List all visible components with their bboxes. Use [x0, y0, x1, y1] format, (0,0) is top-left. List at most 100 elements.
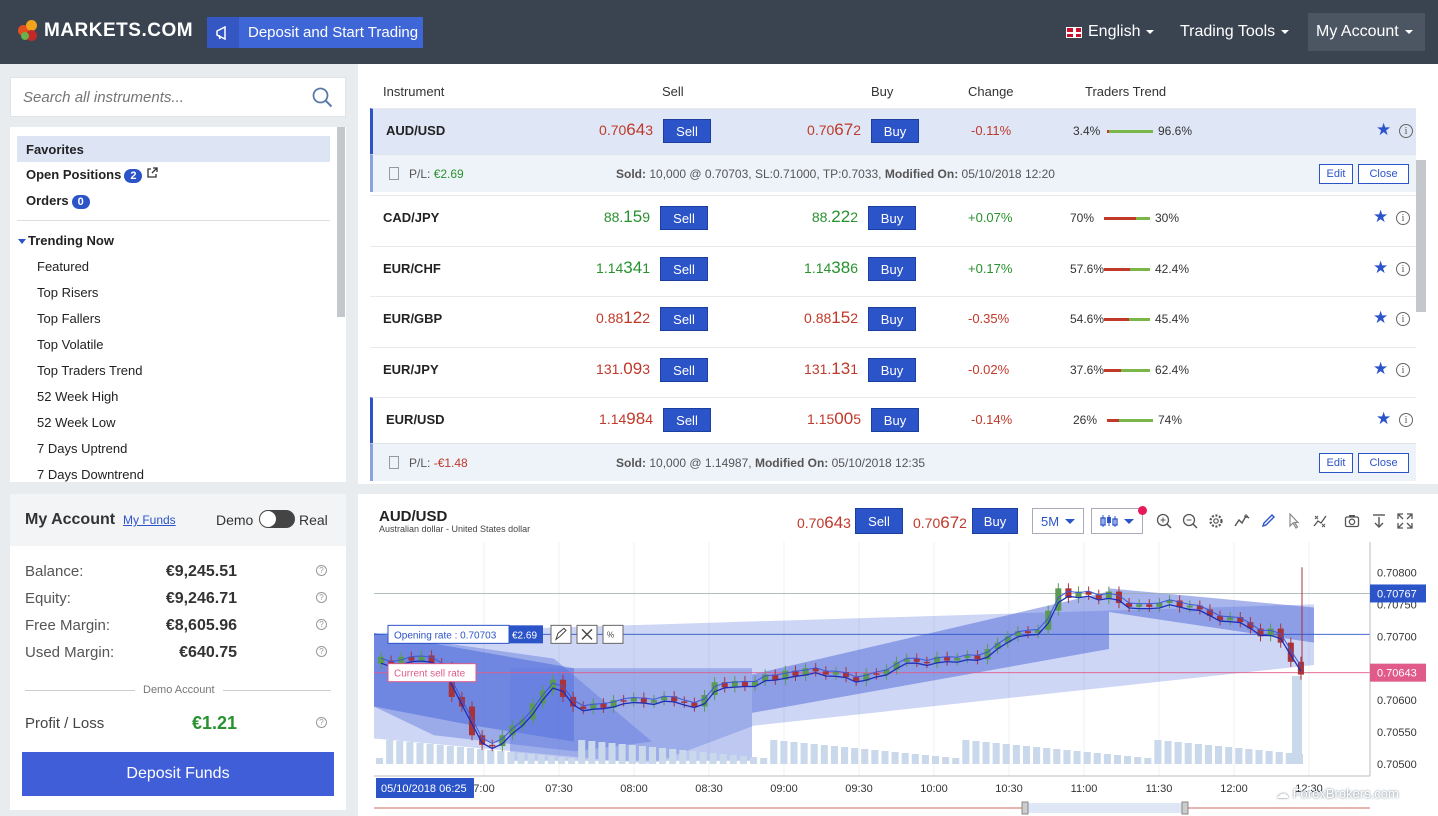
edit-position-button[interactable]: Edit — [1319, 164, 1353, 184]
chart-sell-button[interactable]: Sell — [855, 508, 903, 534]
sidebar-item-featured[interactable]: Featured — [37, 259, 89, 274]
change-value: -0.35% — [968, 311, 1010, 326]
favorite-star-icon[interactable]: ★ — [1376, 409, 1391, 429]
help-icon[interactable]: ? — [316, 592, 327, 603]
help-icon[interactable]: ? — [316, 619, 327, 630]
sidebar-item-52-week-high[interactable]: 52 Week High — [37, 389, 118, 404]
table-row[interactable]: EUR/GBP 0.88122 Sell 0.88152 Buy -0.35% 54.6% 4… — [370, 296, 1416, 342]
instrument-search[interactable] — [10, 77, 346, 117]
volume-bar — [871, 750, 879, 764]
sell-button[interactable]: Sell — [660, 206, 708, 230]
sidebar-item-7-days-downtrend[interactable]: 7 Days Downtrend — [37, 467, 144, 482]
timeframe-select[interactable]: 5M — [1032, 508, 1084, 534]
instrument-symbol[interactable]: CAD/JPY — [383, 210, 439, 225]
chart-buy-button[interactable]: Buy — [972, 508, 1018, 534]
demo-real-toggle[interactable] — [259, 510, 295, 528]
sell-button[interactable]: Sell — [660, 257, 708, 281]
favorite-star-icon[interactable]: ★ — [1373, 207, 1388, 227]
header-instrument[interactable]: Instrument — [383, 84, 444, 99]
table-scrollbar[interactable] — [1416, 160, 1426, 312]
sidebar-item-top-risers[interactable]: Top Risers — [37, 285, 98, 300]
instrument-symbol[interactable]: EUR/USD — [386, 412, 445, 427]
info-icon[interactable]: i — [1396, 262, 1410, 276]
external-link-icon[interactable] — [146, 167, 158, 179]
my-account-menu[interactable]: My Account — [1308, 13, 1425, 51]
favorite-star-icon[interactable]: ★ — [1376, 120, 1391, 140]
favorite-star-icon[interactable]: ★ — [1373, 308, 1388, 328]
close-position-button[interactable]: Close — [1358, 164, 1409, 184]
draw-pencil-icon[interactable] — [1260, 513, 1276, 529]
language-menu[interactable]: English — [1058, 13, 1162, 51]
info-icon[interactable]: i — [1396, 363, 1410, 377]
edit-position-button[interactable]: Edit — [1319, 453, 1353, 473]
buy-button[interactable]: Buy — [868, 257, 916, 281]
chart-type-select[interactable] — [1091, 508, 1143, 534]
sell-button[interactable]: Sell — [663, 408, 711, 432]
help-icon[interactable]: ? — [316, 717, 327, 728]
buy-button[interactable]: Buy — [871, 119, 919, 143]
sell-button[interactable]: Sell — [660, 307, 708, 331]
cursor-icon[interactable] — [1286, 513, 1302, 529]
buy-button[interactable]: Buy — [871, 408, 919, 432]
favorite-star-icon[interactable]: ★ — [1373, 359, 1388, 379]
search-input[interactable] — [23, 89, 303, 106]
sidebar-item-trending-now[interactable]: Trending Now — [18, 233, 114, 248]
chart-buy-price: 0.70672 — [913, 513, 967, 532]
header-sell[interactable]: Sell — [662, 84, 684, 99]
favorite-star-icon[interactable]: ★ — [1373, 258, 1388, 278]
table-row[interactable]: AUD/USD 0.70643 Sell 0.70672 Buy -0.11% 3.4% 96… — [370, 108, 1416, 154]
sidebar-item-orders[interactable]: Orders 0 — [26, 193, 90, 209]
sidebar-item-favorites[interactable]: Favorites — [26, 142, 84, 157]
camera-icon[interactable] — [1344, 513, 1360, 529]
header-buy[interactable]: Buy — [871, 84, 893, 99]
table-row[interactable]: CAD/JPY 88.159 Sell 88.222 Buy +0.07% 70% 30% ★ i — [370, 195, 1416, 241]
instrument-symbol[interactable]: EUR/GBP — [383, 311, 442, 326]
my-funds-link[interactable]: My Funds — [123, 513, 176, 527]
table-row[interactable]: EUR/JPY 131.093 Sell 131.131 Buy -0.02% 37.6% 6… — [370, 347, 1416, 393]
header-change[interactable]: Change — [968, 84, 1014, 99]
deposit-and-start-trading-button[interactable]: Deposit and Start Trading — [207, 17, 423, 48]
zoom-in-icon[interactable] — [1156, 513, 1172, 529]
close-position-button[interactable]: Close — [1358, 453, 1409, 473]
markets-logo[interactable]: MARKETS.COM — [18, 20, 193, 42]
header-traders-trend[interactable]: Traders Trend — [1085, 84, 1166, 99]
sidebar-item-7-days-uptrend[interactable]: 7 Days Uptrend — [37, 441, 127, 456]
sidebar-item-52-week-low[interactable]: 52 Week Low — [37, 415, 116, 430]
table-row[interactable]: EUR/USD 1.14984 Sell 1.15005 Buy -0.14% 26% 74%… — [370, 397, 1416, 443]
sidebar-item-top-fallers[interactable]: Top Fallers — [37, 311, 101, 326]
download-icon[interactable] — [1371, 513, 1387, 529]
price-chart[interactable]: 0.708000.707500.707000.706500.706000.705… — [358, 542, 1438, 816]
trading-tools-menu[interactable]: Trading Tools — [1172, 13, 1297, 51]
info-icon[interactable]: i — [1399, 413, 1413, 427]
help-icon[interactable]: ? — [316, 646, 327, 657]
deposit-funds-button[interactable]: Deposit Funds — [22, 752, 334, 796]
instrument-symbol[interactable]: AUD/USD — [386, 123, 445, 138]
indicators-icon[interactable] — [1234, 513, 1250, 529]
balance-label: Balance: — [25, 563, 84, 580]
sell-button[interactable]: Sell — [663, 119, 711, 143]
help-icon[interactable]: ? — [316, 565, 327, 576]
sidebar-item-open-positions[interactable]: Open Positions 2 — [26, 167, 158, 183]
buy-button[interactable]: Buy — [868, 206, 916, 230]
settings-gear-icon[interactable] — [1208, 513, 1224, 529]
table-row[interactable]: EUR/CHF 1.14341 Sell 1.14386 Buy +0.17% 57.6% 4… — [370, 246, 1416, 292]
zoom-out-icon[interactable] — [1182, 513, 1198, 529]
buy-button[interactable]: Buy — [868, 307, 916, 331]
buy-price-fraction: 2 — [850, 209, 858, 225]
info-icon[interactable]: i — [1399, 124, 1413, 138]
sell-button[interactable]: Sell — [660, 358, 708, 382]
info-icon[interactable]: i — [1396, 312, 1410, 326]
sidebar-scrollbar[interactable] — [337, 127, 345, 317]
megaphone-icon — [207, 17, 239, 48]
search-icon[interactable] — [312, 87, 333, 108]
sidebar-item-top-volatile[interactable]: Top Volatile — [37, 337, 104, 352]
crosshair-icon[interactable] — [1312, 513, 1328, 529]
info-icon[interactable]: i — [1396, 211, 1410, 225]
date-tag: 05/10/2018 06:25 — [381, 783, 467, 795]
change-value: -0.02% — [968, 362, 1010, 377]
instrument-symbol[interactable]: EUR/JPY — [383, 362, 439, 377]
buy-button[interactable]: Buy — [868, 358, 916, 382]
fullscreen-icon[interactable] — [1397, 513, 1413, 529]
sidebar-item-top-traders-trend[interactable]: Top Traders Trend — [37, 363, 143, 378]
instrument-symbol[interactable]: EUR/CHF — [383, 261, 441, 276]
